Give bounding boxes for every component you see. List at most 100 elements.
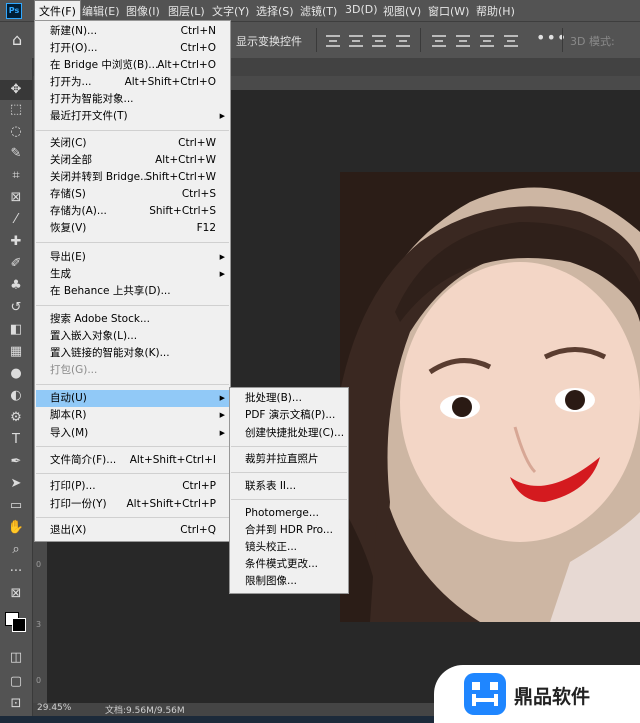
menu-view[interactable]: 视图(V)	[383, 3, 421, 19]
zoom-level[interactable]: 29.45%	[37, 703, 71, 713]
home-icon[interactable]: ⌂	[12, 30, 32, 50]
brush-icon[interactable]: ✐	[0, 254, 32, 274]
menu-type[interactable]: 文字(Y)	[212, 3, 249, 19]
gradient-icon[interactable]: ▦	[0, 342, 32, 362]
ruler-tick: 0	[36, 676, 42, 685]
frame-tool-icon[interactable]: ⊠	[0, 584, 32, 604]
crop-icon[interactable]: ⌗	[0, 166, 32, 186]
blur-icon[interactable]: ●	[0, 364, 32, 384]
menu-item-close-goto-bridge[interactable]: 关闭并转到 Bridge... Shift+Ctrl+W	[36, 169, 229, 186]
move-icon[interactable]: ✥	[0, 80, 32, 100]
menu-item-close-all[interactable]: 关闭全部 Alt+Ctrl+W	[36, 152, 229, 169]
menu-image[interactable]: 图像(I)	[126, 3, 160, 19]
distribute-vcenter-icon[interactable]	[456, 33, 470, 47]
menu-file[interactable]: 文件(F)	[34, 0, 81, 21]
menu-item-close[interactable]: 关闭(C) Ctrl+W	[36, 135, 229, 152]
menu-filter[interactable]: 滤镜(T)	[300, 3, 337, 19]
path-select-icon[interactable]: ➤	[0, 474, 32, 494]
menu-item-open[interactable]: 打开(O)... Ctrl+O	[36, 40, 229, 57]
menu-item-automate[interactable]: 自动(U) ▶	[36, 390, 229, 407]
menu-item-open-smart-object[interactable]: 打开为智能对象...	[36, 91, 229, 108]
menu-item-recent-files[interactable]: 最近打开文件(T) ▶	[36, 108, 229, 125]
distribute-top-icon[interactable]	[432, 33, 446, 47]
submenu-item-batch[interactable]: 批处理(B)...	[231, 390, 347, 407]
watermark-logo-icon	[464, 673, 506, 715]
show-transform-controls-label[interactable]: 显示变换控件	[236, 33, 302, 49]
screen-mode-icon[interactable]: ▢	[0, 672, 32, 692]
zoom-icon[interactable]: ⌕	[0, 540, 32, 560]
menu-item-export[interactable]: 导出(E) ▶	[36, 249, 229, 266]
dodge-icon[interactable]: ◐	[0, 386, 32, 406]
menu-item-scripts[interactable]: 脚本(R) ▶	[36, 407, 229, 424]
submenu-item-crop-straighten[interactable]: 裁剪并拉直照片	[231, 451, 347, 468]
menu-item-new[interactable]: 新建(N)... Ctrl+N	[36, 23, 229, 40]
menu-item-import[interactable]: 导入(M) ▶	[36, 425, 229, 442]
frame-mode-icon[interactable]: ⊡	[0, 694, 32, 714]
healing-icon[interactable]: ✚	[0, 232, 32, 252]
menu-item-place-embedded[interactable]: 置入嵌入对象(L)...	[36, 328, 229, 345]
hand-icon[interactable]: ✋	[0, 518, 32, 538]
quick-mask-icon[interactable]: ◫	[0, 648, 32, 668]
menu-window[interactable]: 窗口(W)	[428, 3, 469, 19]
menu-item-revert[interactable]: 恢复(V) F12	[36, 220, 229, 237]
history-brush-icon[interactable]: ↺	[0, 298, 32, 318]
distribute-left-icon[interactable]	[504, 33, 518, 47]
submenu-item-contact-sheet[interactable]: 联系表 II...	[231, 478, 347, 495]
canvas-photo[interactable]	[340, 172, 640, 622]
submenu-item-fit-image[interactable]: 限制图像...	[231, 573, 347, 590]
menu-item-print-one-copy[interactable]: 打印一份(Y) Alt+Shift+Ctrl+P	[36, 496, 229, 513]
menu-separator	[36, 305, 229, 306]
menu-separator	[36, 446, 229, 447]
align-left-icon[interactable]	[396, 33, 410, 47]
menu-item-package: 打包(G)...	[50, 364, 98, 376]
menu-help[interactable]: 帮助(H)	[476, 3, 515, 19]
more-tools-icon[interactable]: ···	[0, 562, 32, 582]
submenu-item-conditional-mode[interactable]: 条件模式更改...	[231, 556, 347, 573]
submenu-item-merge-hdr[interactable]: 合并到 HDR Pro...	[231, 522, 347, 539]
menu-item-generate[interactable]: 生成 ▶	[36, 266, 229, 283]
menu-item-exit[interactable]: 退出(X) Ctrl+Q	[36, 522, 229, 539]
menu-item-print[interactable]: 打印(P)... Ctrl+P	[36, 478, 229, 495]
submenu-item-pdf-presentation[interactable]: PDF 演示文稿(P)...	[231, 407, 347, 424]
align-top-icon[interactable]	[326, 33, 340, 47]
menu-layer[interactable]: 图层(L)	[168, 3, 205, 19]
automate-submenu: 批处理(B)... PDF 演示文稿(P)... 创建快捷批处理(C)... 裁…	[229, 387, 349, 594]
submenu-item-create-droplet[interactable]: 创建快捷批处理(C)...	[231, 425, 347, 442]
clone-stamp-icon[interactable]: ♣	[0, 276, 32, 296]
submenu-arrow-icon: ▶	[219, 411, 225, 419]
menu-select[interactable]: 选择(S)	[256, 3, 294, 19]
menu-separator	[231, 446, 347, 447]
menu-item-search-stock[interactable]: 搜索 Adobe Stock...	[36, 311, 229, 328]
type-icon[interactable]: T	[0, 430, 32, 450]
submenu-arrow-icon: ▶	[219, 112, 225, 120]
color-swatches-icon[interactable]	[0, 606, 32, 634]
submenu-item-photomerge[interactable]: Photomerge...	[231, 505, 347, 522]
menu-bar: Ps 文件(F) 编辑(E) 图像(I) 图层(L) 文字(Y) 选择(S) 滤…	[0, 0, 640, 21]
menu-item-browse-bridge[interactable]: 在 Bridge 中浏览(B)... Alt+Ctrl+O	[36, 57, 229, 74]
divider	[562, 28, 563, 52]
menu-3d[interactable]: 3D(D)	[345, 3, 378, 16]
sponge-icon[interactable]: ⚙	[0, 408, 32, 428]
eraser-icon[interactable]: ◧	[0, 320, 32, 340]
align-vcenter-icon[interactable]	[349, 33, 363, 47]
align-bottom-icon[interactable]	[372, 33, 386, 47]
submenu-arrow-icon: ▶	[219, 394, 225, 402]
submenu-item-lens-correction[interactable]: 镜头校正...	[231, 539, 347, 556]
menu-item-place-linked[interactable]: 置入链接的智能对象(K)...	[36, 345, 229, 362]
frame-icon[interactable]: ⊠	[0, 188, 32, 208]
menu-edit[interactable]: 编辑(E)	[82, 3, 120, 19]
menu-item-save[interactable]: 存储(S) Ctrl+S	[36, 186, 229, 203]
menu-item-open-as[interactable]: 打开为... Alt+Shift+Ctrl+O	[36, 74, 229, 91]
distribute-bottom-icon[interactable]	[480, 33, 494, 47]
submenu-arrow-icon: ▶	[219, 429, 225, 437]
menu-separator	[36, 473, 229, 474]
lasso-icon[interactable]: ◌	[0, 122, 32, 142]
eyedropper-icon[interactable]: ⁄	[0, 210, 32, 230]
pen-icon[interactable]: ✒	[0, 452, 32, 472]
quick-select-icon[interactable]: ✎	[0, 144, 32, 164]
marquee-icon[interactable]: ⬚	[0, 100, 32, 120]
menu-item-save-as[interactable]: 存储为(A)... Shift+Ctrl+S	[36, 203, 229, 220]
menu-item-share-behance[interactable]: 在 Behance 上共享(D)...	[36, 283, 229, 300]
shape-icon[interactable]: ▭	[0, 496, 32, 516]
menu-item-file-info[interactable]: 文件简介(F)... Alt+Shift+Ctrl+I	[36, 452, 229, 469]
